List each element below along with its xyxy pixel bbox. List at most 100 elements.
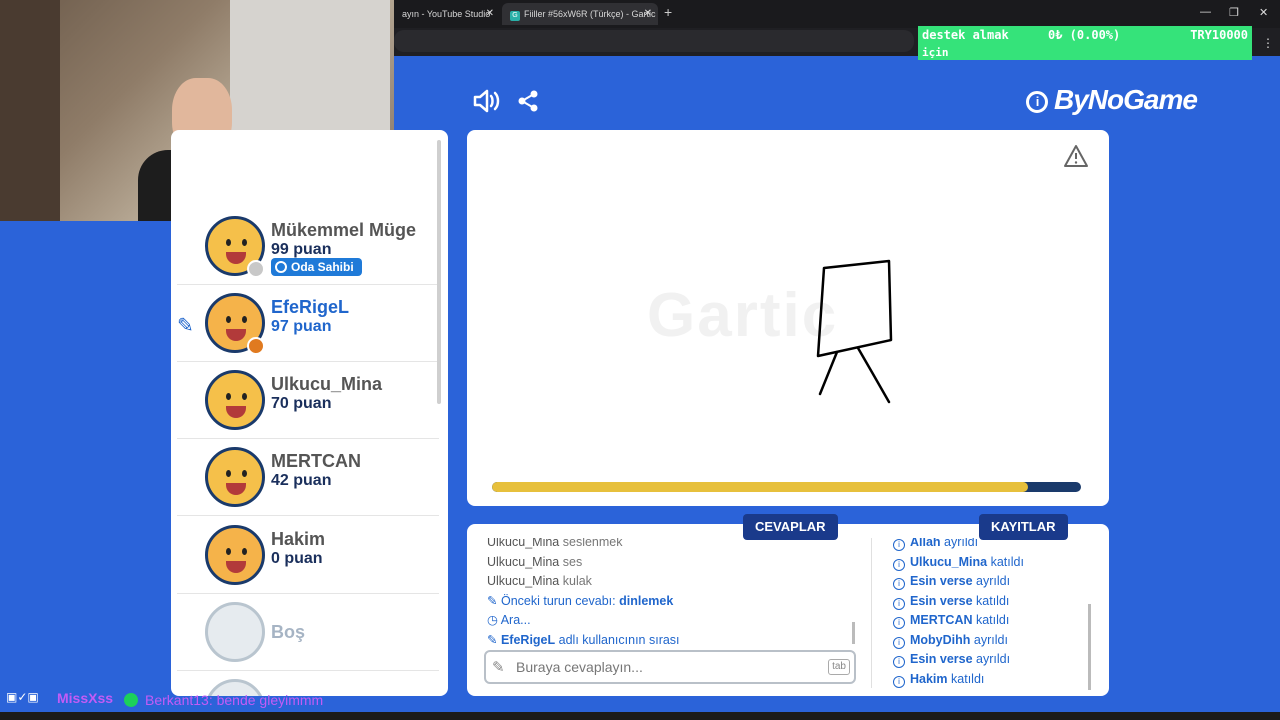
- chat-message: Berkant13: bende gleyimmm: [145, 692, 324, 708]
- player-name: Hakim: [271, 529, 326, 549]
- info-icon: i: [893, 656, 905, 668]
- list-item: i MobyDihh ayrıldı: [893, 631, 1083, 651]
- list-item: i Esin verse ayrıldı: [893, 650, 1083, 670]
- answer-field[interactable]: ✎ tab: [484, 650, 856, 684]
- ticker-goal: TRY10000: [1190, 28, 1248, 42]
- player-card[interactable]: ✎ EfeRigeL 97 puan: [177, 285, 439, 362]
- list-item: Ulkucu_Mina ses: [487, 554, 583, 569]
- logs-scrollbar[interactable]: [1088, 604, 1091, 690]
- tab-gartic[interactable]: G Fiiller #56xW6R (Türkçe) - Gartic ✕: [502, 3, 658, 25]
- chat-panels: CEVAPLAR KAYITLAR Ulkucu_Mina seslenmek …: [467, 514, 1109, 696]
- avatar: [205, 525, 265, 585]
- list-item: i Allah ayrıldı: [893, 538, 1083, 553]
- info-icon: i: [893, 636, 905, 649]
- pencil-icon: ✎: [492, 659, 505, 676]
- address-bar[interactable]: [394, 30, 914, 52]
- favicon-icon: G: [510, 11, 520, 21]
- ticker-label: destek almak: [922, 28, 1009, 42]
- info-icon: i: [893, 558, 905, 571]
- player-card[interactable]: Ulkucu_Mina 70 puan: [177, 362, 439, 439]
- tab-label: Fiiller #56xW6R (Türkçe) - Gartic: [524, 9, 656, 19]
- share-icon[interactable]: [516, 89, 540, 118]
- logs-list: i Allah ayrıldı i Ulkucu_Mina katıldı i Esi…: [893, 538, 1083, 690]
- round-timer-bar: [492, 482, 1081, 492]
- player-name: MERTCAN: [271, 451, 361, 471]
- answers-scrollbar[interactable]: [852, 622, 855, 644]
- answer-input[interactable]: [516, 657, 816, 677]
- chat-username: MissXss: [57, 690, 114, 706]
- minimize-icon[interactable]: —: [1200, 6, 1211, 18]
- list-item: i Ulkucu_Mina katıldı: [893, 553, 1083, 573]
- player-score: 70 puan: [271, 395, 332, 412]
- list-item: ◷ Ara...: [487, 613, 531, 627]
- chat-badges-icon: ▣✓▣: [6, 690, 39, 704]
- pencil-icon: ✎: [487, 593, 498, 608]
- speaker-icon[interactable]: [472, 88, 500, 119]
- answers-header: CEVAPLAR: [743, 514, 838, 540]
- status-dot: [124, 693, 138, 707]
- tab-label: ayın - YouTube Studio: [402, 9, 491, 19]
- list-item: i MERTCAN katıldı: [893, 611, 1083, 631]
- player-name: EfeRigeL: [271, 297, 350, 317]
- clock-icon: ◷: [487, 613, 498, 627]
- window-close-icon[interactable]: ✕: [1259, 6, 1268, 19]
- player-score: 97 puan: [271, 318, 332, 335]
- close-icon[interactable]: ✕: [486, 3, 494, 25]
- bottom-strip: [0, 712, 1280, 720]
- player-score: 0 puan: [271, 550, 323, 567]
- restore-icon[interactable]: ❐: [1229, 6, 1239, 19]
- info-icon: i: [893, 578, 905, 590]
- avatar: [205, 447, 265, 507]
- tab-key-hint: tab: [828, 659, 850, 675]
- player-card[interactable]: Mükemmel Müge 99 puan Oda Sahibi: [177, 208, 439, 285]
- player-drawing: [816, 259, 893, 404]
- list-item: ✎ Önceki turun cevabı: dinlemek: [487, 593, 674, 608]
- info-icon: i: [893, 675, 905, 688]
- player-card[interactable]: MERTCAN 42 puan: [177, 439, 439, 516]
- player-score: 42 puan: [271, 472, 332, 489]
- ticker-label-2: için: [922, 46, 949, 59]
- close-icon[interactable]: ✕: [644, 3, 652, 25]
- pencil-icon: ✎: [487, 632, 498, 647]
- avatar-placeholder: [205, 602, 265, 662]
- info-icon: i: [893, 617, 905, 629]
- donation-ticker: destek almak için 0₺ (0.00%) TRY10000: [918, 26, 1252, 60]
- new-tab-icon[interactable]: +: [664, 4, 672, 20]
- list-item: i Hakim katıldı: [893, 670, 1083, 690]
- report-icon[interactable]: [1063, 144, 1089, 173]
- info-icon: i: [893, 539, 905, 551]
- avatar: [205, 370, 265, 430]
- status-dot: [247, 337, 265, 355]
- player-name: Mükemmel Müge: [271, 220, 417, 240]
- player-list-scrollbar[interactable]: [437, 140, 441, 404]
- drawing-canvas[interactable]: Gartic: [467, 130, 1109, 506]
- menu-icon[interactable]: ⋮: [1262, 36, 1274, 50]
- brand-name: ByNoGame: [1054, 84, 1198, 115]
- answers-list: Ulkucu_Mina seslenmek Ulkucu_Mina ses Ul…: [487, 538, 853, 650]
- timer-fill: [492, 482, 1028, 492]
- player-name: Boş: [271, 622, 306, 642]
- player-name: Ulkucu_Mina: [271, 374, 383, 394]
- room-owner-badge: Oda Sahibi: [271, 258, 362, 276]
- list-item: Ulkucu_Mina kulak: [487, 574, 592, 588]
- logs-header: KAYITLAR: [979, 514, 1068, 540]
- pencil-icon: ✎: [177, 315, 194, 337]
- ticker-change: 0₺ (0.00%): [1048, 28, 1121, 42]
- panel-divider: [871, 538, 872, 688]
- list-item: i Esin verse ayrıldı: [893, 572, 1083, 592]
- webcam-background: [0, 0, 60, 221]
- status-dot: [247, 260, 265, 278]
- webcam-background: [230, 0, 390, 150]
- player-score: 99 puan: [271, 241, 332, 258]
- player-card[interactable]: Hakim 0 puan: [177, 517, 439, 594]
- info-icon[interactable]: i: [1026, 91, 1048, 113]
- brand-logo[interactable]: i ByNoGame: [1026, 84, 1198, 116]
- list-item: ✎ EfeRigeL adlı kullanıcının sırası: [487, 632, 680, 647]
- info-icon: i: [893, 597, 905, 610]
- list-item: i Esin verse katıldı: [893, 592, 1083, 612]
- player-card-empty: Boş: [177, 594, 439, 671]
- list-item: Ulkucu_Mina seslenmek: [487, 538, 623, 549]
- tab-youtube-studio[interactable]: ayın - YouTube Studio ✕: [394, 3, 500, 25]
- stream-chat-overlay: ▣✓▣ MissXss Berkant13: bende gleyimmm: [0, 690, 600, 712]
- player-list: Mükemmel Müge 99 puan Oda Sahibi ✎ EfeRi…: [171, 130, 448, 696]
